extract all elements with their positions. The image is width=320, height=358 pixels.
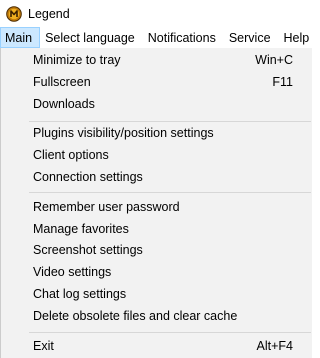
legend-app-icon: [6, 5, 22, 22]
menu-item-label: Remember user password: [33, 200, 180, 214]
main-dropdown-menu: Minimize to tray Win+C Fullscreen F11 Do…: [0, 48, 312, 358]
menu-item-shortcut: F11: [272, 75, 293, 89]
menu-separator: [29, 332, 311, 333]
menu-item-remember-password[interactable]: Remember user password: [1, 196, 311, 218]
menu-item-client-options[interactable]: Client options: [1, 144, 311, 166]
menu-item-exit[interactable]: Exit Alt+F4: [1, 335, 311, 357]
menu-service[interactable]: Service: [224, 27, 279, 48]
menu-separator: [29, 192, 311, 193]
menu-item-label: Client options: [33, 148, 109, 162]
menu-item-shortcut: Alt+F4: [256, 339, 293, 353]
menu-help[interactable]: Help: [279, 27, 318, 48]
menu-item-label: Manage favorites: [33, 222, 129, 236]
menu-item-plugins-settings[interactable]: Plugins visibility/position settings: [1, 122, 311, 144]
menu-item-connection-settings[interactable]: Connection settings: [1, 166, 311, 188]
menu-item-label: Connection settings: [33, 170, 143, 184]
title-bar: Legend: [0, 0, 312, 27]
menu-item-label: Video settings: [33, 265, 112, 279]
menu-bar: Main Select language Notifications Servi…: [0, 27, 312, 48]
menu-item-chat-log-settings[interactable]: Chat log settings: [1, 283, 311, 305]
menu-item-downloads[interactable]: Downloads: [1, 93, 311, 115]
menu-item-minimize-to-tray[interactable]: Minimize to tray Win+C: [1, 49, 311, 71]
menu-item-label: Chat log settings: [33, 287, 127, 301]
menu-item-label: Screenshot settings: [33, 243, 143, 257]
menu-item-label: Minimize to tray: [33, 53, 121, 67]
menu-item-label: Fullscreen: [33, 75, 91, 89]
menu-item-shortcut: Win+C: [255, 53, 293, 67]
menu-item-fullscreen[interactable]: Fullscreen F11: [1, 71, 311, 93]
menu-item-delete-obsolete-files[interactable]: Delete obsolete files and clear cache: [1, 305, 311, 327]
menu-item-manage-favorites[interactable]: Manage favorites: [1, 218, 311, 240]
menu-notifications[interactable]: Notifications: [143, 27, 224, 48]
menu-item-label: Delete obsolete files and clear cache: [33, 309, 238, 323]
menu-item-label: Plugins visibility/position settings: [33, 126, 214, 140]
menu-item-label: Exit: [33, 339, 54, 353]
menu-select-language[interactable]: Select language: [40, 27, 143, 48]
menu-item-video-settings[interactable]: Video settings: [1, 261, 311, 283]
menu-item-screenshot-settings[interactable]: Screenshot settings: [1, 239, 311, 261]
menu-main[interactable]: Main: [0, 27, 41, 48]
window-title: Legend: [28, 6, 70, 21]
menu-item-label: Downloads: [33, 97, 95, 111]
